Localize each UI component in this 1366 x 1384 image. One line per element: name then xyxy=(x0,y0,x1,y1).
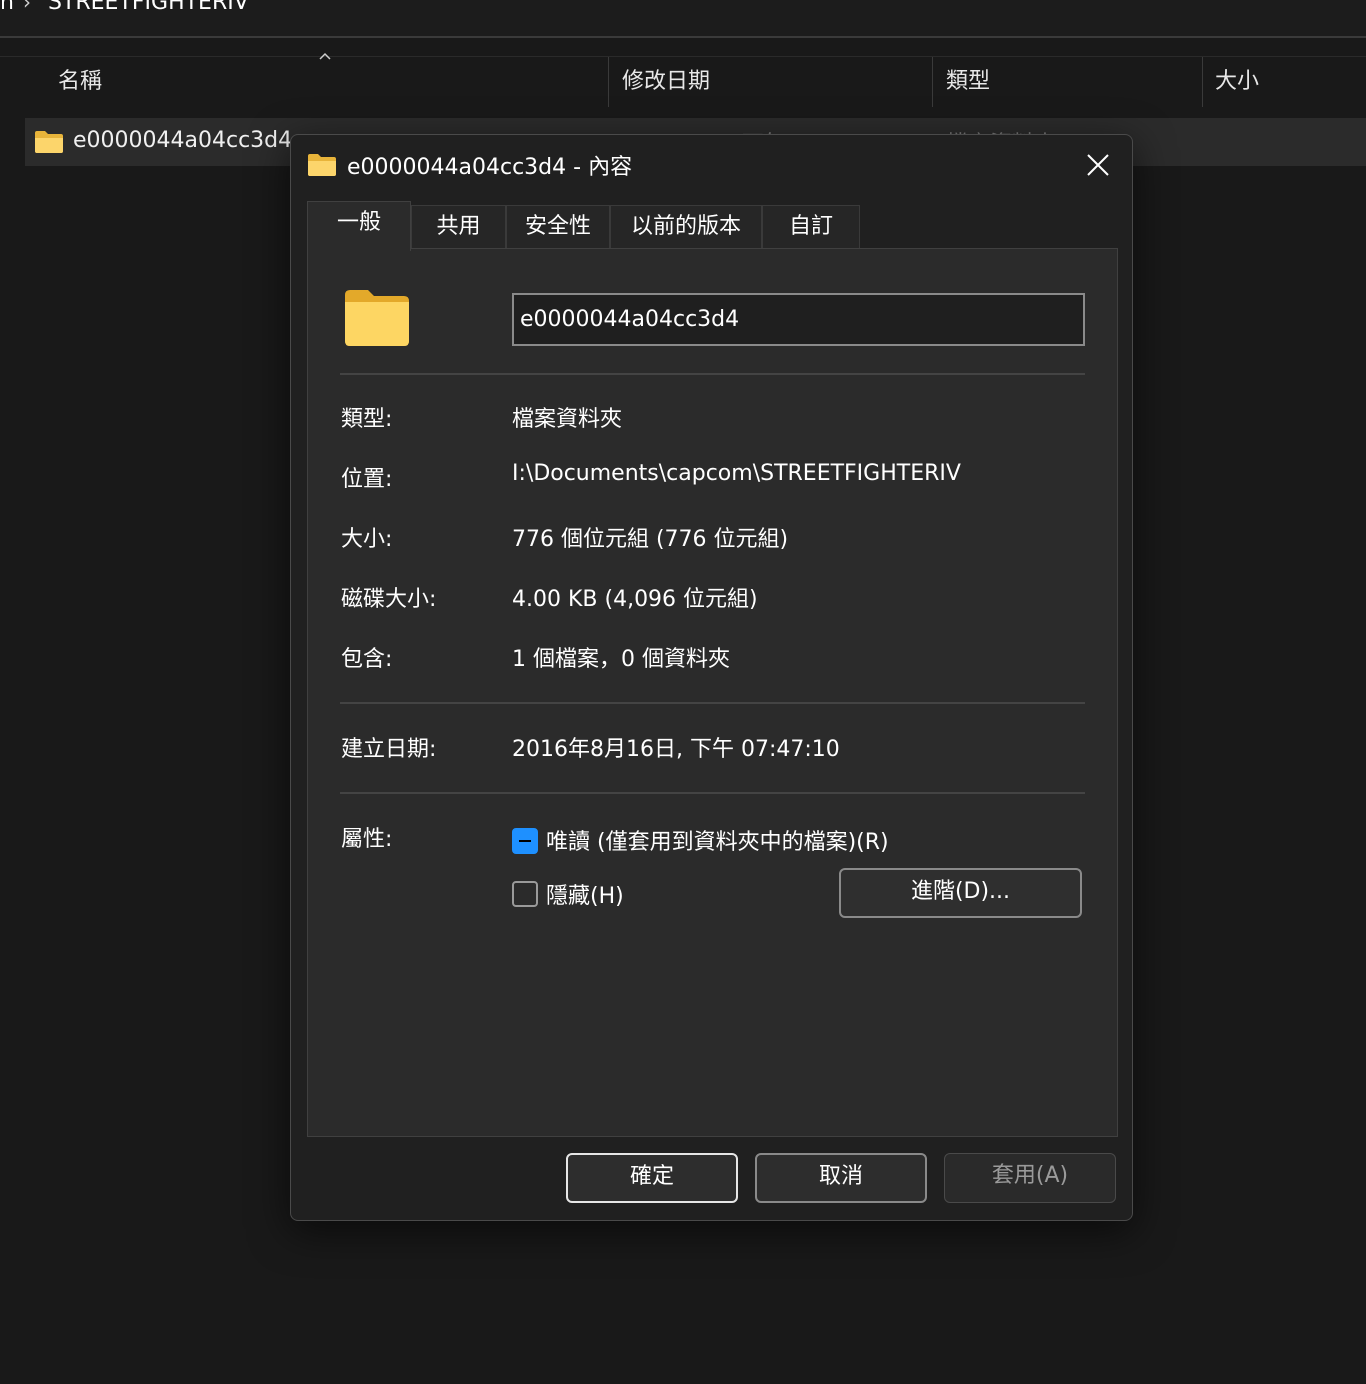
advanced-button[interactable]: 進階(D)... xyxy=(839,868,1082,918)
type-label: 類型: xyxy=(341,407,393,432)
readonly-checkbox[interactable] xyxy=(512,828,538,854)
folder-icon xyxy=(35,131,63,153)
location-value: I:\Documents\capcom\STREETFIGHTERIV xyxy=(512,461,961,486)
column-type-header[interactable]: 類型 xyxy=(946,57,990,107)
location-label: 位置: xyxy=(341,467,393,492)
created-value: 2016年8月16日, 下午 07:47:10 xyxy=(512,737,840,762)
tab-security[interactable]: 安全性 xyxy=(506,205,610,249)
disk-size-label: 磁碟大小: xyxy=(341,587,437,612)
divider xyxy=(340,702,1085,704)
divider xyxy=(340,792,1085,794)
column-name-header[interactable]: 名稱 xyxy=(58,57,102,107)
created-label: 建立日期: xyxy=(341,737,437,762)
breadcrumb-current[interactable]: STREETFIGHTERIV xyxy=(48,0,249,15)
breadcrumb: n › STREETFIGHTERIV xyxy=(0,0,249,15)
column-divider[interactable] xyxy=(608,57,609,107)
file-name: e0000044a04cc3d4 xyxy=(73,128,293,153)
address-bar[interactable]: n › STREETFIGHTERIV xyxy=(0,0,1366,38)
breadcrumb-prefix[interactable]: n xyxy=(0,0,14,15)
column-divider[interactable] xyxy=(932,57,933,107)
dialog-title: e0000044a04cc3d4 - 內容 xyxy=(347,155,633,180)
properties-dialog: e0000044a04cc3d4 - 內容 一般 共用 安全性 以前的版本 自訂… xyxy=(290,134,1133,1221)
tab-general[interactable]: 一般 xyxy=(307,201,411,251)
apply-button[interactable]: 套用(A) xyxy=(944,1153,1116,1203)
size-value: 776 個位元組 (776 位元組) xyxy=(512,527,789,552)
folder-icon xyxy=(308,154,336,176)
column-modified-header[interactable]: 修改日期 xyxy=(622,57,710,107)
divider xyxy=(340,373,1085,375)
chevron-right-icon: › xyxy=(22,0,31,14)
hidden-checkbox[interactable] xyxy=(512,881,538,907)
disk-size-value: 4.00 KB (4,096 位元組) xyxy=(512,587,758,612)
general-tab-panel: 類型: 檔案資料夾 位置: I:\Documents\capcom\STREET… xyxy=(307,248,1118,1137)
folder-icon xyxy=(345,290,409,346)
column-size-header[interactable]: 大小 xyxy=(1215,57,1259,107)
folder-name-input[interactable] xyxy=(512,293,1085,346)
sort-ascending-icon xyxy=(319,52,331,60)
hidden-checkbox-label[interactable]: 隱藏(H) xyxy=(546,878,624,910)
close-button[interactable] xyxy=(1076,145,1120,185)
contains-label: 包含: xyxy=(341,647,393,672)
size-label: 大小: xyxy=(341,527,393,552)
tab-customize[interactable]: 自訂 xyxy=(762,205,860,249)
column-divider[interactable] xyxy=(1202,57,1203,107)
ok-button[interactable]: 確定 xyxy=(566,1153,738,1203)
column-header-row: 名稱 修改日期 類型 大小 xyxy=(0,52,1366,107)
readonly-checkbox-label[interactable]: 唯讀 (僅套用到資料夾中的檔案)(R) xyxy=(546,824,889,856)
cancel-button[interactable]: 取消 xyxy=(755,1153,927,1203)
close-icon xyxy=(1087,154,1109,176)
type-value: 檔案資料夾 xyxy=(512,407,623,432)
tab-previous-versions[interactable]: 以前的版本 xyxy=(610,205,762,249)
tab-sharing[interactable]: 共用 xyxy=(411,205,506,249)
attributes-label: 屬性: xyxy=(341,827,393,852)
contains-value: 1 個檔案，0 個資料夾 xyxy=(512,647,730,672)
